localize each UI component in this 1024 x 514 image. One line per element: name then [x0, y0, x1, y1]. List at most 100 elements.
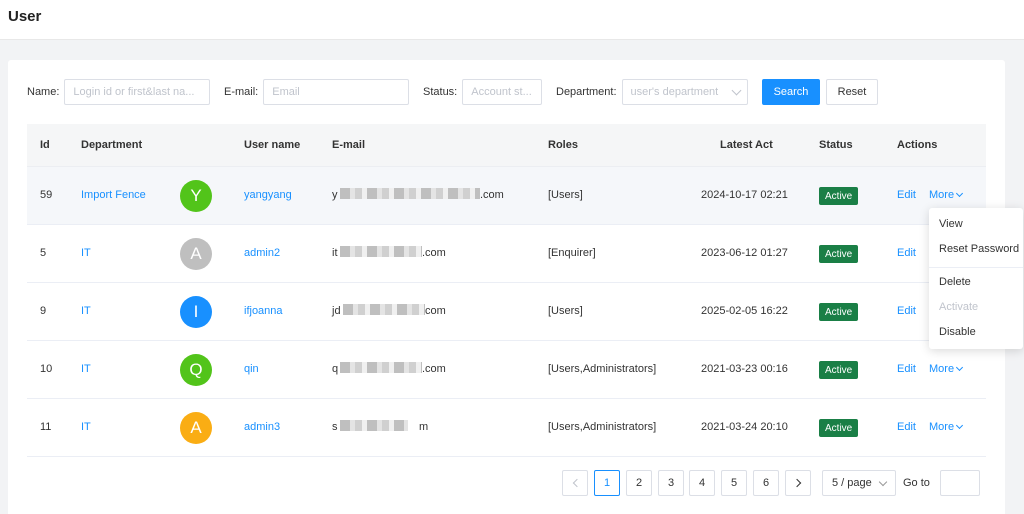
- cell-latest-act: 2024-10-17 02:21: [701, 189, 788, 201]
- cell-latest-act: 2021-03-24 20:10: [701, 421, 788, 433]
- cell-username-link[interactable]: yangyang: [244, 189, 292, 201]
- chevron-down-icon: [878, 477, 888, 487]
- table-row: 9 IT I ifjoanna jd com [Users] 2025-02-0…: [27, 283, 986, 341]
- cell-id: 9: [40, 305, 47, 317]
- redacted-email: [340, 362, 422, 373]
- page-button[interactable]: 2: [626, 470, 652, 496]
- goto-page-input[interactable]: [940, 470, 980, 496]
- status-label: Status:: [423, 86, 458, 98]
- cell-email-prefix: s: [332, 421, 338, 433]
- next-page-button[interactable]: [785, 470, 811, 496]
- name-input[interactable]: [64, 79, 211, 105]
- cell-roles: [Users]: [548, 305, 583, 317]
- department-label: Department:: [556, 86, 617, 98]
- cell-latest-act: 2021-03-23 00:16: [701, 363, 788, 375]
- prev-page-button[interactable]: [562, 470, 588, 496]
- edit-link[interactable]: Edit: [897, 247, 916, 259]
- col-username: User name: [244, 139, 301, 151]
- email-input[interactable]: [263, 79, 410, 105]
- cell-username-link[interactable]: admin3: [244, 421, 280, 433]
- page-button[interactable]: 5: [721, 470, 747, 496]
- cell-id: 59: [40, 189, 53, 201]
- user-card: Name: E-mail: Status: Department: Search…: [8, 60, 1005, 514]
- cell-email-suffix: .com: [480, 189, 504, 201]
- cell-username-link[interactable]: qin: [244, 363, 259, 375]
- menu-item-activate: Activate: [939, 301, 979, 313]
- chevron-down-icon: [956, 363, 964, 372]
- goto-label: Go to: [903, 477, 930, 489]
- cell-email-suffix: .com: [422, 363, 446, 375]
- department-select[interactable]: [621, 79, 748, 105]
- avatar: A: [180, 238, 212, 270]
- page-title: User: [8, 8, 42, 25]
- menu-item-reset-password[interactable]: Reset Password: [939, 243, 1019, 255]
- cell-department-link[interactable]: IT: [81, 247, 91, 259]
- edit-link[interactable]: Edit: [897, 421, 916, 433]
- chevron-down-icon: [956, 421, 964, 430]
- status-select[interactable]: [462, 79, 543, 105]
- search-button[interactable]: Search: [762, 79, 820, 105]
- reset-button[interactable]: Reset: [826, 79, 878, 105]
- cell-roles: [Enquirer]: [548, 247, 596, 259]
- more-dropdown-trigger[interactable]: More: [929, 189, 964, 201]
- cell-username-link[interactable]: ifjoanna: [244, 305, 283, 317]
- col-actions: Actions: [897, 139, 938, 151]
- cell-id: 10: [40, 363, 53, 375]
- cell-latest-act: 2025-02-05 16:22: [701, 305, 788, 317]
- edit-link[interactable]: Edit: [897, 363, 916, 375]
- cell-roles: [Users,Administrators]: [548, 363, 657, 375]
- chevron-left-icon: [572, 478, 581, 488]
- cell-email-suffix: m: [419, 421, 429, 433]
- table-row: 11 IT A admin3 s m [Users,Administrators…: [27, 399, 986, 457]
- status-badge: Active: [819, 361, 859, 379]
- cell-department-link[interactable]: IT: [81, 305, 91, 317]
- cell-email-prefix: it: [332, 247, 338, 259]
- menu-item-disable[interactable]: Disable: [939, 326, 976, 338]
- page-button[interactable]: 4: [689, 470, 715, 496]
- cell-roles: [Users]: [548, 189, 583, 201]
- edit-link[interactable]: Edit: [897, 189, 916, 201]
- more-dropdown-trigger[interactable]: More: [929, 421, 964, 433]
- more-dropdown-menu: View Reset Password Delete Activate Disa…: [929, 208, 1023, 349]
- more-label: More: [929, 189, 955, 201]
- redacted-email: [340, 420, 408, 431]
- col-department: Department: [81, 139, 143, 151]
- edit-link[interactable]: Edit: [897, 305, 916, 317]
- col-roles: Roles: [548, 139, 578, 151]
- more-dropdown-trigger[interactable]: More: [929, 363, 964, 375]
- table-row: 10 IT Q qin q .com [Users,Administrators…: [27, 341, 986, 399]
- cell-email-suffix: com: [425, 305, 446, 317]
- page-button[interactable]: 3: [658, 470, 684, 496]
- redacted-email: [343, 304, 425, 315]
- chevron-right-icon: [792, 478, 801, 488]
- page-size-select[interactable]: 5 / page: [822, 470, 896, 496]
- cell-id: 11: [40, 421, 52, 433]
- cell-department-link[interactable]: Import Fence: [81, 189, 146, 201]
- status-filter: Status:: [423, 79, 543, 105]
- chevron-down-icon: [956, 189, 964, 198]
- table-header: Id Department User name E-mail Roles Lat…: [27, 124, 986, 167]
- cell-email-prefix: jd: [332, 305, 341, 317]
- menu-item-delete[interactable]: Delete: [939, 276, 971, 288]
- name-filter: Name:: [27, 79, 211, 105]
- avatar: Y: [180, 180, 212, 212]
- col-email: E-mail: [332, 139, 366, 151]
- avatar: I: [180, 296, 212, 328]
- col-latest-act: Latest Act: [720, 139, 773, 151]
- redacted-email: [340, 188, 480, 199]
- cell-username-link[interactable]: admin2: [244, 247, 280, 259]
- table-row: 5 IT A admin2 it .com [Enquirer] 2023-06…: [27, 225, 986, 283]
- more-label: More: [929, 421, 955, 433]
- department-select-wrap: [621, 79, 748, 105]
- avatar: Q: [180, 354, 212, 386]
- cell-department-link[interactable]: IT: [81, 421, 91, 433]
- page-size-label: 5 / page: [832, 477, 872, 489]
- menu-item-view[interactable]: View: [939, 218, 963, 230]
- page-header: User: [0, 0, 1024, 40]
- page-button[interactable]: 6: [753, 470, 779, 496]
- cell-department-link[interactable]: IT: [81, 363, 91, 375]
- avatar: A: [180, 412, 212, 444]
- page-button[interactable]: 1: [594, 470, 620, 496]
- status-badge: Active: [819, 187, 859, 205]
- cell-id: 5: [40, 247, 47, 259]
